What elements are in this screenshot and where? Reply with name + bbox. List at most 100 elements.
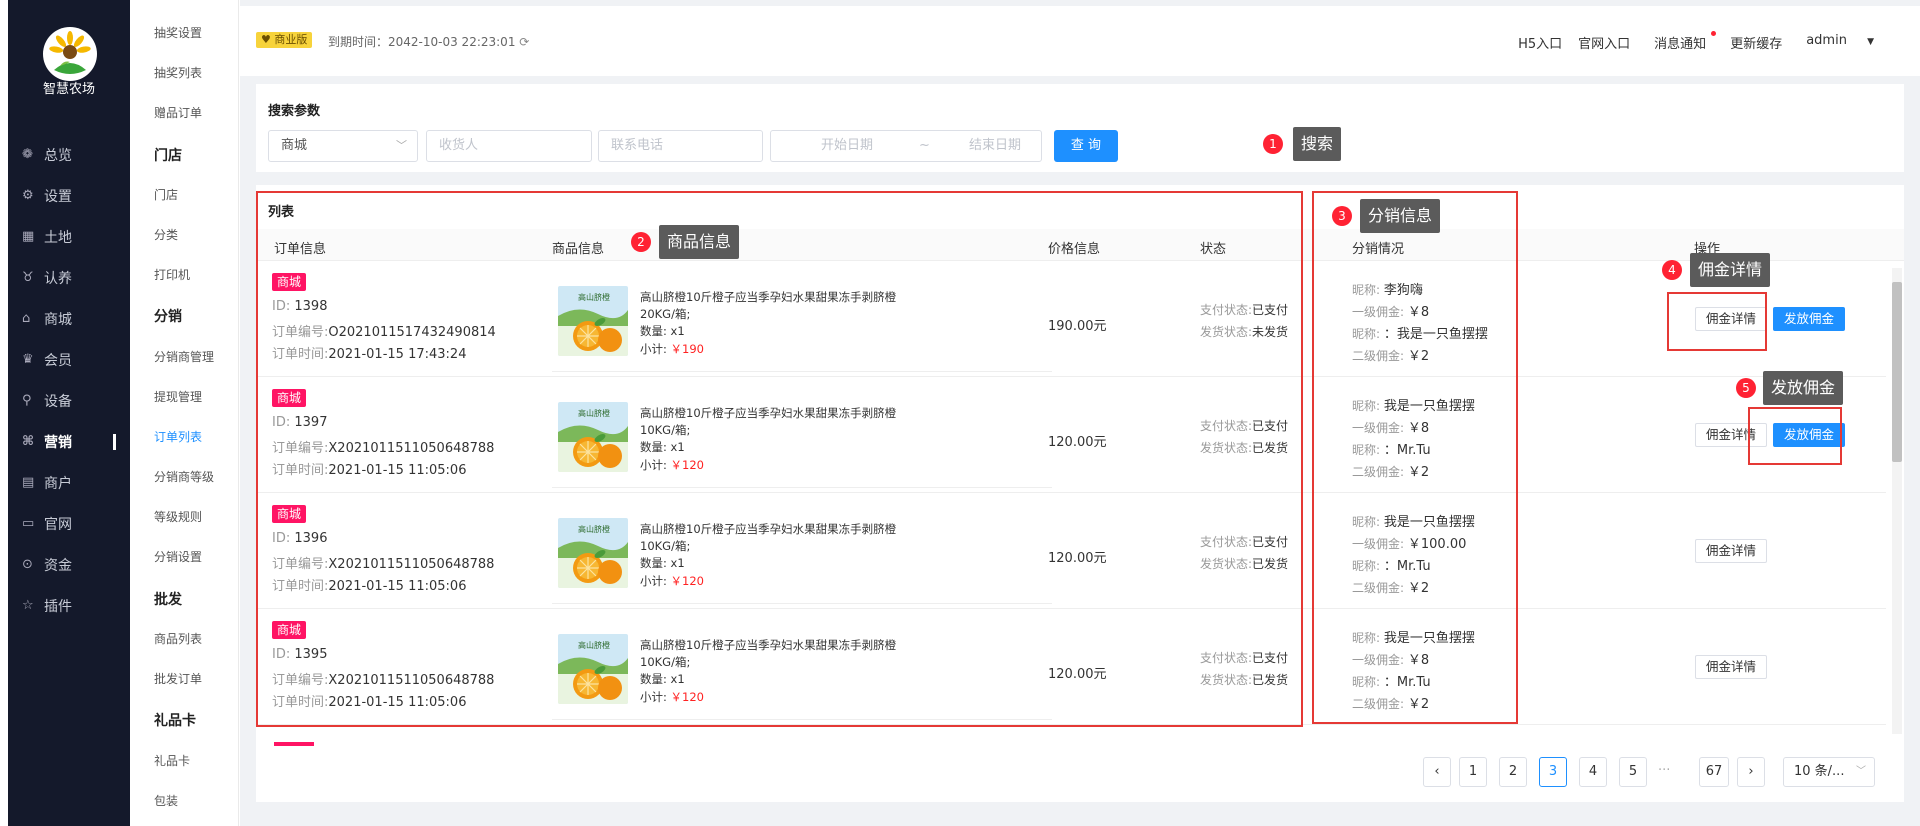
plugin-icon: ☆ (22, 598, 34, 613)
subnav-item[interactable]: 等级规则 (154, 508, 202, 525)
pay-commission-button[interactable]: 发放佣金 (1773, 307, 1845, 331)
order-type-value: 商城 (281, 138, 308, 153)
app-root: 智慧农场 ❁ 总览 ⚙ 设置 ▦ 土地 ♉ 认养 ⌂ 商城 ♛ 会员 ⚲ 设备 ⌘ 营销 ▤ 商户 ▭ 官网 ⊙ 资金 ☆ 插… (0, 0, 1920, 826)
refresh-icon[interactable]: ⟳ (519, 35, 529, 49)
query-button[interactable]: 查 询 (1054, 130, 1118, 162)
secondary-sidebar: 抽奖设置 抽奖列表 赠品订单 门店 门店 分类 打印机 分销 分销商管理 提现管理 订单列表 分销商等… (130, 0, 239, 826)
dashboard-icon: ❁ (22, 147, 33, 162)
date-range-picker[interactable]: 开始日期 ~ 结束日期 (770, 130, 1042, 162)
annotation-5-callout: 发放佣金 (1763, 371, 1844, 405)
page-2[interactable]: 2 (1499, 757, 1527, 787)
website-entry-link[interactable]: 官网入口 (1570, 33, 1638, 52)
sidebar-item-label: 认养 (44, 270, 72, 287)
subnav-item[interactable]: 商品列表 (154, 630, 202, 647)
h5-entry-link[interactable]: H5入口 (1510, 33, 1570, 52)
sidebar-item-1[interactable]: ⚙ 设置 (8, 175, 130, 216)
receiver-input[interactable]: 收货人 (426, 130, 592, 162)
expire-text: 到期时间：2042-10-03 22:23:01 (328, 35, 516, 49)
subnav-item[interactable]: 订单列表 (154, 428, 202, 445)
sidebar-item-label: 商户 (44, 475, 72, 492)
expire-info: 到期时间：2042-10-03 22:23:01 ⟳ (328, 33, 529, 50)
subnav-item[interactable]: 赠品订单 (154, 104, 202, 121)
subnav-item[interactable]: 打印机 (154, 266, 190, 283)
device-icon: ⚲ (22, 393, 32, 408)
sidebar-item-label: 营销 (44, 434, 72, 451)
sidebar-item-10[interactable]: ⊙ 资金 (8, 544, 130, 585)
subnav-item[interactable]: 批发订单 (154, 670, 202, 687)
edition-badge: ♥ 商业版 (256, 32, 313, 48)
subnav-item[interactable]: 门店 (154, 186, 178, 203)
goods-highlight-box (256, 191, 1303, 727)
annotation-5-number: 5 (1736, 378, 1756, 398)
page-1[interactable]: 1 (1459, 757, 1487, 787)
prev-page-button[interactable]: ‹ (1423, 757, 1451, 787)
sidebar-item-label: 土地 (44, 229, 72, 246)
search-title: 搜索参数 (268, 104, 321, 119)
update-cache-link[interactable]: 更新缓存 (1722, 33, 1790, 52)
primary-nav: ❁ 总览 ⚙ 设置 ▦ 土地 ♉ 认养 ⌂ 商城 ♛ 会员 ⚲ 设备 ⌘ 营销 ▤ 商户 ▭ 官网 ⊙ 资金 ☆ 插件 (8, 134, 130, 626)
subnav-group-heading: 礼品卡 (154, 713, 196, 729)
subnav-item[interactable]: 包装 (154, 792, 178, 809)
end-date-input[interactable]: 结束日期 (969, 131, 1021, 161)
admin-label: admin (1806, 33, 1847, 48)
subnav-item[interactable]: 提现管理 (154, 388, 202, 405)
commission-detail-button[interactable]: 佣金详情 (1695, 539, 1767, 563)
distribution-highlight-box (1312, 191, 1518, 724)
annotation-4-callout: 佣金详情 (1690, 253, 1771, 287)
merchant-icon: ▤ (22, 475, 35, 490)
app-name: 智慧农场 (42, 82, 95, 97)
diamond-icon: ♥ (261, 33, 275, 46)
subnav-item[interactable]: 抽奖列表 (154, 64, 202, 81)
sidebar-item-label: 插件 (44, 598, 72, 615)
subnav-group-heading: 批发 (154, 592, 182, 608)
sidebar-item-4[interactable]: ⌂ 商城 (8, 298, 130, 339)
subnav-item[interactable]: 分销商管理 (154, 348, 214, 365)
sidebar-item-6[interactable]: ⚲ 设备 (8, 380, 130, 421)
sidebar-item-9[interactable]: ▭ 官网 (8, 503, 130, 544)
sidebar-item-label: 官网 (44, 516, 72, 533)
annotation-3-number: 3 (1332, 206, 1352, 226)
website-icon: ▭ (22, 516, 35, 531)
detail-highlight-box (1667, 292, 1767, 351)
page-5[interactable]: 5 (1619, 757, 1647, 787)
order-type-select[interactable]: 商城 ﹀ (268, 130, 418, 162)
next-page-button[interactable]: › (1737, 757, 1765, 787)
crown-icon: ♛ (22, 352, 34, 367)
subnav-item[interactable]: 分类 (154, 226, 178, 243)
sidebar-item-2[interactable]: ▦ 土地 (8, 216, 130, 257)
active-indicator (113, 434, 116, 450)
chevron-down-icon: ﹀ (396, 139, 407, 152)
sidebar-item-label: 设置 (44, 188, 72, 205)
notification-link[interactable]: 消息通知 (1638, 31, 1722, 52)
page-size-value: 10 条/... (1794, 764, 1845, 779)
notification-label: 消息通知 (1654, 37, 1707, 52)
sidebar-item-7[interactable]: ⌘ 营销 (8, 421, 130, 462)
commission-detail-button[interactable]: 佣金详情 (1695, 655, 1767, 679)
admin-menu[interactable]: admin ▼ (1790, 33, 1890, 52)
farm-logo (43, 27, 97, 81)
page-size-select[interactable]: 10 条/... ﹀ (1783, 757, 1875, 787)
page-ellipsis[interactable]: ··· (1658, 763, 1670, 778)
page-last[interactable]: 67 (1699, 757, 1729, 787)
sidebar-item-label: 会员 (44, 352, 72, 369)
annotation-4-number: 4 (1662, 260, 1682, 280)
scrollbar-thumb[interactable] (1892, 282, 1902, 462)
phone-input[interactable]: 联系电话 (598, 130, 763, 162)
start-date-input[interactable]: 开始日期 (821, 131, 873, 161)
subnav-item[interactable]: 分销商等级 (154, 468, 214, 485)
sidebar-item-11[interactable]: ☆ 插件 (8, 585, 130, 626)
sidebar-item-3[interactable]: ♉ 认养 (8, 257, 130, 298)
subnav-item[interactable]: 分销设置 (154, 548, 202, 565)
subnav-item[interactable]: 抽奖设置 (154, 24, 202, 41)
sidebar-item-5[interactable]: ♛ 会员 (8, 339, 130, 380)
page-4[interactable]: 4 (1579, 757, 1607, 787)
page-3-current[interactable]: 3 (1539, 757, 1567, 787)
sidebar-item-0[interactable]: ❁ 总览 (8, 134, 130, 175)
search-panel: 搜索参数 商城 ﹀ 收货人 联系电话 开始日期 ~ 结束日期 查 询 (256, 84, 1904, 172)
subnav-item[interactable]: 礼品卡 (154, 752, 190, 769)
annotation-1-callout: 搜索 (1293, 127, 1342, 161)
sidebar-item-label: 商城 (44, 311, 72, 328)
top-header: ♥ 商业版 到期时间：2042-10-03 22:23:01 ⟳ H5入口 官网… (240, 6, 1920, 76)
money-icon: ⊙ (22, 557, 33, 572)
sidebar-item-8[interactable]: ▤ 商户 (8, 462, 130, 503)
